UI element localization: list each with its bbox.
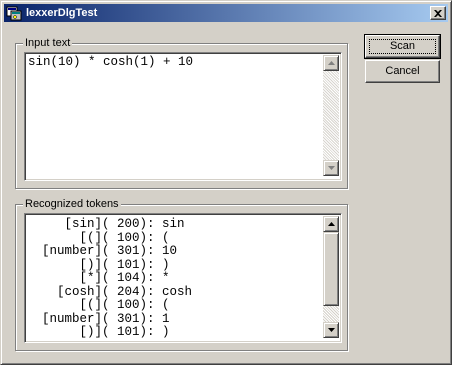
- token-line: [(]( 100): (: [27, 298, 170, 312]
- token-line: [cosh]( 204): cosh: [27, 284, 193, 299]
- cancel-button-label: Cancel: [385, 65, 420, 77]
- input-text-group: Input text sin(10) * cosh(1) + 10: [15, 36, 348, 189]
- input-text-value: sin(10) * cosh(1) + 10: [28, 55, 194, 69]
- token-line: [sin]( 200): sin: [27, 217, 185, 231]
- tokens-scrollbar[interactable]: [323, 216, 339, 338]
- recognized-tokens-group: Recognized tokens [sin]( 200): sin [(]( …: [15, 197, 348, 351]
- arrow-down-icon: [327, 166, 335, 170]
- tokens-list: [sin]( 200): sin [(]( 100): ( [number]( …: [27, 217, 193, 340]
- scroll-down-button[interactable]: [323, 160, 339, 176]
- recognized-tokens-group-label: Recognized tokens: [23, 197, 121, 211]
- token-line: [(]( 100): (: [27, 230, 170, 245]
- close-button[interactable]: [430, 6, 446, 20]
- scroll-up-button[interactable]: [323, 216, 339, 232]
- window-title: lexxerDlgTest: [26, 7, 98, 19]
- scroll-thumb[interactable]: [323, 232, 339, 306]
- scroll-down-button[interactable]: [323, 322, 339, 338]
- tokens-output-field[interactable]: [sin]( 200): sin [(]( 100): ( [number]( …: [24, 213, 342, 343]
- scroll-up-button[interactable]: [323, 55, 339, 71]
- token-line: [)]( 101): ): [27, 257, 170, 272]
- input-text-group-label: Input text: [23, 36, 73, 50]
- scan-button[interactable]: Scan: [364, 34, 441, 59]
- arrow-down-icon: [327, 328, 335, 332]
- input-text-scrollbar[interactable]: [323, 55, 339, 176]
- token-line: [)]( 101): ): [27, 325, 170, 339]
- close-icon: [434, 9, 442, 17]
- app-icon[interactable]: [6, 5, 22, 21]
- title-bar[interactable]: lexxerDlgTest: [4, 4, 448, 22]
- scan-button-label: Scan: [389, 40, 416, 52]
- arrow-up-icon: [327, 61, 335, 65]
- arrow-up-icon: [327, 222, 335, 226]
- token-line: [number]( 301): 1: [27, 311, 170, 326]
- token-line: [*]( 104): *: [27, 271, 170, 285]
- dialog-window: lexxerDlgTest Input text sin(10) * cosh(…: [0, 0, 452, 365]
- input-text-field[interactable]: sin(10) * cosh(1) + 10: [24, 52, 342, 181]
- cancel-button[interactable]: Cancel: [365, 60, 440, 83]
- token-line: [number]( 301): 10: [27, 244, 178, 258]
